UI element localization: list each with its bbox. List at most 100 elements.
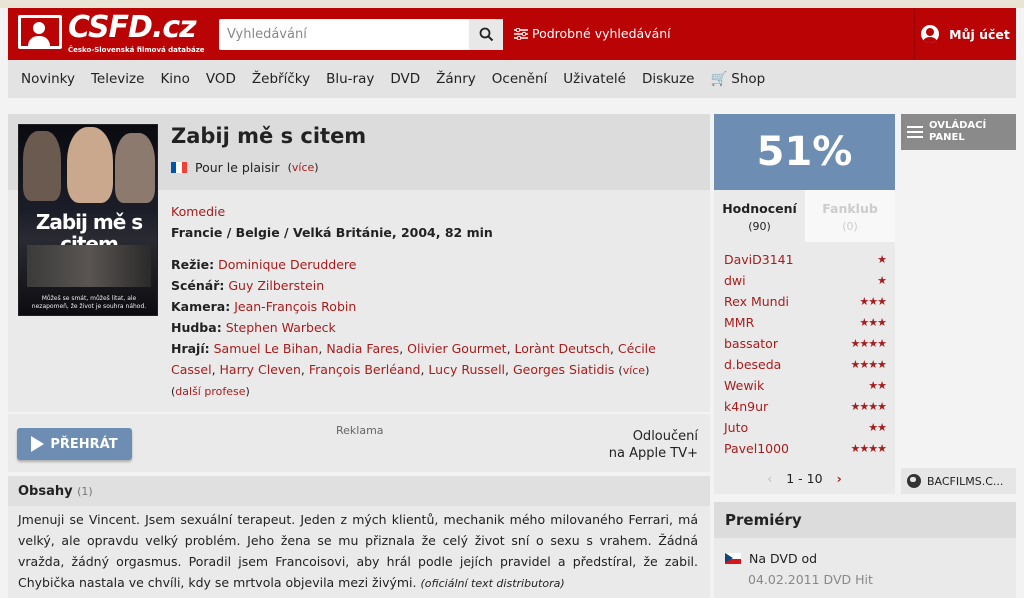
cast-more-link[interactable]: více xyxy=(623,364,645,377)
user-name[interactable]: k4n9ur xyxy=(724,399,768,414)
cast-link[interactable]: Lorànt Deutsch xyxy=(515,341,610,356)
list-item[interactable]: MMR ★★★ xyxy=(724,312,887,333)
cast-link[interactable]: Samuel Le Bihan xyxy=(214,341,319,356)
cast-link[interactable]: Lucy Russell xyxy=(428,362,505,377)
premiere-label: Na DVD od xyxy=(749,551,818,566)
search-button[interactable] xyxy=(469,19,503,50)
film-poster[interactable]: Zabij mě s citem Můžeš se smát, můžeš li… xyxy=(18,124,158,316)
tab-fanclub-label: Fanklub xyxy=(822,201,878,216)
nav-item-dvd[interactable]: DVD xyxy=(390,71,420,87)
cast-more: (více) xyxy=(618,364,650,377)
play-button[interactable]: PŘEHRÁT xyxy=(17,428,132,460)
nav-item-zebricky[interactable]: Žebříčky xyxy=(252,71,310,87)
more-professions-link[interactable]: další profese xyxy=(175,385,245,398)
nav-item-kino[interactable]: Kino xyxy=(160,71,189,87)
star-rating: ★★★ xyxy=(859,316,887,329)
film-origin: Francie / Belgie / Velká Británie, 2004,… xyxy=(171,225,493,240)
site-logo[interactable]: CSFD.cz Česko-Slovenská filmová databáze xyxy=(18,10,205,56)
chevron-right-icon[interactable]: › xyxy=(837,471,842,486)
list-item[interactable]: dwi ★ xyxy=(724,270,887,291)
more-titles: (více) xyxy=(287,161,319,174)
premiere-row: Na DVD od xyxy=(725,551,817,566)
user-name[interactable]: dwi xyxy=(724,273,746,288)
list-item[interactable]: bassator ★★★★ xyxy=(724,333,887,354)
tab-fanclub[interactable]: Fanklub (0) xyxy=(805,190,895,242)
user-name[interactable]: bassator xyxy=(724,336,778,351)
premieres-panel xyxy=(714,538,1016,598)
list-item[interactable]: DaviD3141 ★ xyxy=(724,249,887,270)
user-name[interactable]: Wewik xyxy=(724,378,764,393)
synopsis-text: Jmenuji se Vincent. Jsem sexuální terape… xyxy=(18,509,698,594)
more-titles-link[interactable]: více xyxy=(292,161,314,174)
czech-flag-icon xyxy=(725,553,741,564)
ratings-pager: ‹ 1 - 10 › xyxy=(714,466,895,490)
star-rating: ★★★★ xyxy=(850,358,887,371)
synopsis-source: (oficiální text distributora) xyxy=(420,577,565,590)
sliders-icon xyxy=(514,27,528,40)
search-input[interactable] xyxy=(219,19,469,50)
poster-figure xyxy=(115,133,155,203)
account-button[interactable]: Můj účet xyxy=(914,8,1016,60)
list-item[interactable]: Wewik ★★ xyxy=(724,375,887,396)
nav-item-novinky[interactable]: Novinky xyxy=(21,71,75,87)
user-name[interactable]: Pavel1000 xyxy=(724,441,789,456)
film-title: Zabij mě s citem xyxy=(171,124,367,148)
nav-item-televize[interactable]: Televize xyxy=(91,71,144,87)
crew-label: Kamera: xyxy=(171,299,231,314)
search-box xyxy=(219,19,503,50)
account-label: Můj účet xyxy=(949,26,1010,42)
main-nav: Novinky Televize Kino VOD Žebříčky Blu-r… xyxy=(8,60,1016,98)
list-item[interactable]: Juto ★★ xyxy=(724,417,887,438)
crew-label: Režie: xyxy=(171,257,215,272)
original-title: Pour le plaisir xyxy=(195,160,280,175)
distributor-link[interactable]: BACFILMS.C... xyxy=(901,468,1016,494)
list-item[interactable]: d.beseda ★★★★ xyxy=(724,354,887,375)
poster-scene xyxy=(27,245,151,287)
nav-item-shop[interactable]: 🛒 Shop xyxy=(710,71,765,87)
nav-item-diskuze[interactable]: Diskuze xyxy=(642,71,695,87)
crew-list: Režie: Dominique Deruddere Scénář: Guy Z… xyxy=(171,254,701,402)
user-name[interactable]: MMR xyxy=(724,315,754,330)
cast-link[interactable]: Harry Cleven xyxy=(220,362,301,377)
tab-ratings[interactable]: Hodnocení (90) xyxy=(714,190,805,242)
synopsis-title: Obsahy xyxy=(18,484,73,499)
logo-text: CSFD.cz xyxy=(68,10,197,45)
ad-label: Reklama xyxy=(336,424,384,437)
user-name[interactable]: DaviD3141 xyxy=(724,252,794,267)
user-name[interactable]: Juto xyxy=(724,420,748,435)
user-name[interactable]: Rex Mundi xyxy=(724,294,789,309)
director-link[interactable]: Dominique Deruddere xyxy=(218,257,356,272)
cast-link[interactable]: Nadia Fares xyxy=(326,341,399,356)
nav-item-zanry[interactable]: Žánry xyxy=(436,71,476,87)
poster-figure xyxy=(67,127,113,203)
cast-link[interactable]: François Berléand xyxy=(309,362,421,377)
advanced-search-label: Podrobné vyhledávání xyxy=(532,26,671,41)
crew-director-row: Režie: Dominique Deruddere xyxy=(171,254,701,275)
apple-tv-promo[interactable]: Odloučení na Apple TV+ xyxy=(558,428,698,462)
crew-label: Hrají: xyxy=(171,341,210,356)
nav-item-oceneni[interactable]: Ocenění xyxy=(492,71,548,87)
genre[interactable]: Komedie xyxy=(171,204,225,219)
list-item[interactable]: Rex Mundi ★★★ xyxy=(724,291,887,312)
nav-item-vod[interactable]: VOD xyxy=(206,71,236,87)
apple-promo-subtitle: na Apple TV+ xyxy=(608,446,698,461)
cart-icon: 🛒 xyxy=(710,71,728,87)
music-link[interactable]: Stephen Warbeck xyxy=(226,320,336,335)
cast-link[interactable]: Olivier Gourmet xyxy=(407,341,506,356)
writer-link[interactable]: Guy Zilberstein xyxy=(228,278,324,293)
list-item[interactable]: k4n9ur ★★★★ xyxy=(724,396,887,417)
user-icon xyxy=(921,25,940,43)
star-rating: ★★ xyxy=(868,421,887,434)
camera-link[interactable]: Jean-François Robin xyxy=(234,299,356,314)
synopsis-count: (1) xyxy=(77,485,93,498)
nav-item-uzivatele[interactable]: Uživatelé xyxy=(563,71,626,87)
control-panel-button[interactable]: OVLÁDACÍ PANEL xyxy=(901,114,1016,150)
apple-promo-title: Odloučení xyxy=(632,429,698,444)
nav-item-bluray[interactable]: Blu-ray xyxy=(326,71,374,87)
list-item[interactable]: Pavel1000 ★★★★ xyxy=(724,438,887,459)
user-name[interactable]: d.beseda xyxy=(724,357,781,372)
tab-fanclub-count: (0) xyxy=(842,220,858,233)
cast-link[interactable]: Georges Siatidis xyxy=(513,362,614,377)
chevron-left-icon[interactable]: ‹ xyxy=(767,471,772,486)
advanced-search-link[interactable]: Podrobné vyhledávání xyxy=(514,26,671,41)
